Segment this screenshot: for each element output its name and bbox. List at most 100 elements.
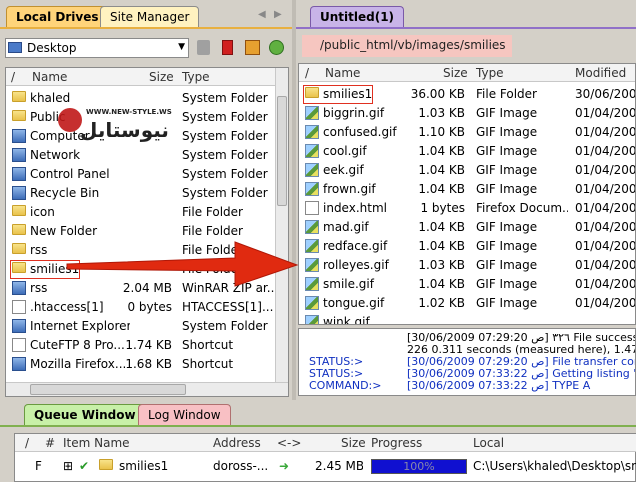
tab-scroll-left-icon[interactable]: ◀ bbox=[258, 9, 266, 20]
sort-column[interactable]: / bbox=[11, 70, 15, 84]
list-item[interactable]: cool.gif1.04 KBGIF Image01/04/2009 bbox=[299, 142, 635, 161]
scroll-thumb[interactable] bbox=[30, 384, 186, 395]
queue-row[interactable]: F ⊞ ✔ smilies1 doross-... ➜ 2.45 MB 100% C:\User… bbox=[15, 457, 636, 476]
refresh-icon[interactable] bbox=[245, 40, 260, 55]
gif-icon bbox=[305, 106, 319, 120]
column-name[interactable]: Name bbox=[32, 70, 67, 84]
list-item[interactable]: tongue.gif1.02 KBGIF Image01/04/2009 bbox=[299, 294, 636, 313]
list-item[interactable]: frown.gif1.04 KBGIF Image01/04/2009 bbox=[299, 180, 636, 199]
list-item[interactable]: .htaccess[1] 0 bytes HTACCESS[1]... bbox=[6, 298, 278, 317]
bookmark-icon[interactable] bbox=[222, 40, 233, 55]
column-size[interactable]: Size bbox=[443, 66, 468, 80]
queue-rows: F ⊞ ✔ smilies1 doross-... ➜ 2.45 MB 100% C:\User… bbox=[15, 457, 636, 481]
left-pane: Local Drives Site Manager ◀ ▶ Desktop ▼ … bbox=[0, 0, 292, 400]
red-arrow-annotation bbox=[66, 241, 299, 287]
file-type: System Folder bbox=[182, 167, 268, 181]
go-up-icon[interactable] bbox=[197, 40, 210, 55]
queue-size: 2.45 MB bbox=[315, 459, 363, 473]
tab-log-window[interactable]: Log Window bbox=[138, 404, 231, 425]
sync-icon[interactable] bbox=[269, 40, 284, 55]
pane-splitter[interactable] bbox=[292, 0, 296, 400]
list-item[interactable]: Control Panel System Folder bbox=[6, 165, 278, 184]
firefox-icon bbox=[12, 357, 26, 371]
list-item[interactable]: biggrin.gif1.03 KBGIF Image01/04/2009 bbox=[299, 104, 636, 123]
file-name: khaled bbox=[30, 91, 71, 105]
file-type: System Folder bbox=[182, 319, 268, 333]
file-modified: 01/04/2009 bbox=[575, 296, 636, 310]
tab-site-manager[interactable]: Site Manager bbox=[100, 6, 200, 27]
list-item[interactable]: index.html 1 bytes Firefox Docum... 01/04/2… bbox=[299, 199, 635, 218]
list-item[interactable]: Network System Folder bbox=[6, 146, 278, 165]
list-item[interactable]: Internet Explorer System Folder bbox=[6, 317, 278, 336]
list-item[interactable]: confused.gif1.10 KBGIF Image01/04/2009 bbox=[299, 123, 635, 142]
file-type: System Folder bbox=[182, 110, 268, 124]
list-item[interactable]: smilies136.00 KBFile Folder30/06/2009 bbox=[299, 85, 635, 104]
queue-header: / # Item Name Address <-> Size Progress … bbox=[15, 434, 636, 452]
file-name: Network bbox=[30, 148, 81, 162]
column-name[interactable]: Name bbox=[325, 66, 360, 80]
tab-untitled[interactable]: Untitled(1) bbox=[310, 6, 405, 27]
right-file-list: / Name Size Type Modified smilies1 36.00 … bbox=[298, 63, 636, 325]
file-name: Control Panel bbox=[30, 167, 110, 181]
list-item[interactable]: CuteFTP 8 Pro... 1.74 KB Shortcut bbox=[6, 336, 278, 355]
list-item[interactable]: redface.gif1.04 KBGIF Image01/04/2009 bbox=[299, 237, 635, 256]
expand-icon[interactable]: ⊞ bbox=[63, 459, 73, 473]
file-type: GIF Image bbox=[476, 220, 538, 234]
list-item[interactable]: eek.gif1.04 KBGIF Image01/04/2009 bbox=[299, 161, 635, 180]
column-number[interactable]: # bbox=[45, 436, 55, 450]
column-local[interactable]: Local bbox=[473, 436, 504, 450]
file-name: New Folder bbox=[30, 224, 98, 238]
file-size: 1 bytes bbox=[420, 201, 465, 215]
gif-icon bbox=[305, 239, 319, 253]
log-label: COMMAND:> bbox=[309, 379, 382, 392]
gif-icon bbox=[305, 182, 319, 196]
sort-column[interactable]: / bbox=[305, 66, 309, 80]
list-item[interactable]: wink.gif bbox=[299, 313, 635, 324]
file-modified: 01/04/2009 bbox=[575, 277, 636, 291]
file-size: 1.04 KB bbox=[418, 182, 465, 196]
chevron-down-icon[interactable]: ▼ bbox=[178, 42, 185, 52]
column-type[interactable]: Type bbox=[476, 66, 504, 80]
list-item[interactable]: Recycle Bin System Folder bbox=[6, 184, 278, 203]
left-horizontal-scrollbar[interactable] bbox=[6, 382, 288, 396]
column-modified[interactable]: Modified bbox=[575, 66, 626, 80]
file-type: Shortcut bbox=[182, 357, 234, 371]
list-item[interactable]: icon File Folder bbox=[6, 203, 278, 222]
column-address[interactable]: Address bbox=[213, 436, 261, 450]
list-item[interactable]: Mozilla Firefox... 1.68 KB Shortcut bbox=[6, 355, 278, 374]
left-list-header: / Name Size Type bbox=[6, 68, 278, 86]
list-item[interactable]: smile.gif1.04 KBGIF Image01/04/2009 bbox=[299, 275, 636, 294]
scroll-thumb[interactable] bbox=[277, 96, 287, 206]
queue-list: / # Item Name Address <-> Size Progress … bbox=[14, 433, 636, 482]
sort-column[interactable]: / bbox=[25, 436, 29, 450]
gif-icon bbox=[305, 163, 319, 177]
archive-icon bbox=[12, 281, 26, 295]
file-size: 1.68 KB bbox=[125, 357, 172, 371]
column-size[interactable]: Size bbox=[149, 70, 174, 84]
tab-queue-window[interactable]: Queue Window bbox=[24, 404, 146, 425]
file-modified: 01/04/2009 bbox=[575, 106, 636, 120]
queue-address: doross-... bbox=[213, 459, 269, 473]
tab-local-drives[interactable]: Local Drives bbox=[6, 6, 109, 27]
column-size[interactable]: Size bbox=[341, 436, 366, 450]
file-size: 1.04 KB bbox=[418, 220, 465, 234]
check-icon: ✔ bbox=[79, 459, 90, 473]
column-direction[interactable]: <-> bbox=[277, 436, 301, 450]
file-modified: 01/04/2009 bbox=[575, 182, 636, 196]
control-panel-icon bbox=[12, 167, 26, 181]
remote-path[interactable]: /public_html/vb/images/smilies bbox=[302, 35, 512, 57]
gif-icon bbox=[305, 277, 319, 291]
list-item[interactable]: rolleyes.gif1.03 KBGIF Image01/04/2009 bbox=[299, 256, 635, 275]
column-type[interactable]: Type bbox=[182, 70, 210, 84]
left-vertical-scrollbar[interactable] bbox=[275, 68, 288, 384]
drive-select[interactable]: Desktop ▼ bbox=[5, 38, 189, 58]
folder-icon bbox=[12, 224, 26, 235]
file-type: Shortcut bbox=[182, 338, 234, 352]
list-item[interactable]: mad.gif1.04 KBGIF Image01/04/2009 bbox=[299, 218, 635, 237]
queue-item-name: smilies1 bbox=[119, 459, 169, 473]
list-item[interactable]: khaled System Folder bbox=[6, 89, 278, 108]
gif-icon bbox=[305, 144, 319, 158]
column-progress[interactable]: Progress bbox=[371, 436, 422, 450]
column-item-name[interactable]: Item Name bbox=[63, 436, 130, 450]
tab-scroll-right-icon[interactable]: ▶ bbox=[274, 9, 282, 20]
